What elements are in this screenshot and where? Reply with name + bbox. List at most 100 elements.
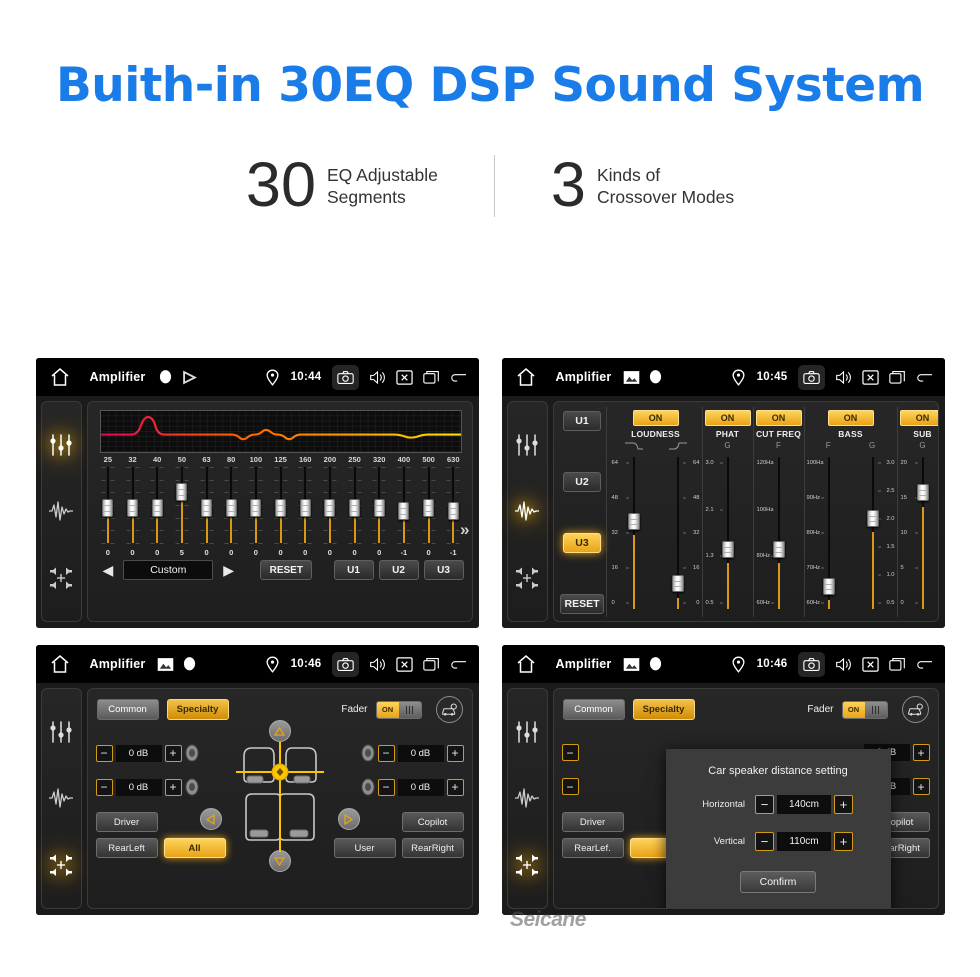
- crossover-preset-u1-button[interactable]: U1: [563, 411, 601, 431]
- volume-icon[interactable]: [369, 369, 386, 386]
- eq-band-160[interactable]: 0: [293, 465, 318, 557]
- confirm-button[interactable]: Confirm: [740, 871, 816, 893]
- tab-specialty[interactable]: Specialty: [166, 699, 229, 720]
- user-preset-u3-button[interactable]: U3: [423, 560, 464, 580]
- eq-band-200[interactable]: 0: [318, 465, 343, 557]
- position-user-button[interactable]: User: [333, 838, 396, 858]
- balance-icon[interactable]: [48, 852, 74, 878]
- eq-slider-knob[interactable]: [127, 498, 138, 517]
- preset-display[interactable]: Custom: [123, 560, 214, 580]
- car-seat-diagram[interactable]: [232, 740, 328, 856]
- crossover-slider[interactable]: 64 48 32 16 0: [612, 453, 656, 613]
- position-rearleft-button[interactable]: RearLeft: [95, 838, 158, 858]
- equalizer-icon[interactable]: [48, 719, 74, 745]
- recents-icon[interactable]: [888, 369, 906, 386]
- back-icon[interactable]: [916, 369, 933, 386]
- nav-left-button[interactable]: [199, 808, 222, 830]
- front-right-minus-button[interactable]: −: [377, 744, 395, 762]
- camera-button[interactable]: [797, 651, 825, 677]
- front-left-minus-button[interactable]: −: [561, 744, 579, 761]
- crossover-on-button[interactable]: ON: [827, 410, 874, 426]
- rear-right-plus-button[interactable]: +: [912, 778, 930, 795]
- fader-toggle[interactable]: ON: [375, 700, 422, 719]
- close-icon[interactable]: [861, 656, 879, 673]
- crossover-slider-knob[interactable]: [772, 540, 785, 558]
- camera-button[interactable]: [331, 364, 359, 390]
- crossover-slider-knob[interactable]: [866, 509, 879, 527]
- crossover-preset-u3-button[interactable]: U3: [563, 533, 601, 553]
- home-icon[interactable]: [514, 652, 538, 676]
- crossover-on-button[interactable]: ON: [899, 410, 938, 426]
- volume-icon[interactable]: [369, 656, 386, 673]
- crossover-on-button[interactable]: ON: [632, 410, 679, 426]
- back-icon[interactable]: [450, 369, 467, 386]
- crossover-preset-u2-button[interactable]: U2: [563, 472, 601, 492]
- equalizer-icon[interactable]: [48, 432, 74, 458]
- position-all-button[interactable]: All: [163, 838, 226, 858]
- eq-band-400[interactable]: -1: [392, 465, 417, 557]
- crossover-slider[interactable]: 64 48 32 16 0: [656, 453, 700, 613]
- crossover-slider-knob[interactable]: [822, 577, 835, 595]
- crossover-slider[interactable]: 3.0 2.5 2.0 1.5 1.0 0.5: [851, 453, 895, 613]
- horizontal-minus-button[interactable]: −: [755, 795, 774, 814]
- eq-band-32[interactable]: 0: [120, 465, 145, 557]
- eq-more-icon[interactable]: »: [460, 520, 469, 540]
- front-left-plus-button[interactable]: +: [164, 744, 182, 762]
- eq-slider-knob[interactable]: [398, 502, 410, 521]
- crossover-slider[interactable]: 100Hz 90Hz 80Hz 70Hz 60Hz: [807, 453, 851, 613]
- balance-icon[interactable]: [514, 852, 540, 878]
- crossover-on-button[interactable]: ON: [704, 410, 751, 426]
- front-right-plus-button[interactable]: +: [446, 744, 464, 762]
- eq-slider-knob[interactable]: [201, 498, 213, 517]
- crossover-slider[interactable]: 120Hz 100Hz 80Hz 60Hz: [757, 453, 801, 613]
- eq-slider-knob[interactable]: [275, 498, 287, 517]
- crossover-slider[interactable]: 3.0 2.1 1.3 0.5: [706, 453, 750, 613]
- eq-slider-knob[interactable]: [151, 498, 163, 517]
- vertical-plus-button[interactable]: +: [834, 832, 853, 851]
- eq-band-500[interactable]: 0: [416, 465, 441, 557]
- camera-button[interactable]: [331, 651, 359, 677]
- close-icon[interactable]: [395, 369, 413, 386]
- home-icon[interactable]: [48, 365, 72, 389]
- eq-slider-knob[interactable]: [250, 498, 262, 517]
- volume-icon[interactable]: [835, 369, 852, 386]
- close-icon[interactable]: [395, 656, 413, 673]
- back-icon[interactable]: [916, 656, 933, 673]
- preset-prev-button[interactable]: ◀: [98, 562, 119, 579]
- eq-band-320[interactable]: 0: [367, 465, 392, 557]
- eq-band-25[interactable]: 0: [96, 465, 121, 557]
- front-left-minus-button[interactable]: −: [95, 744, 113, 762]
- eq-slider-knob[interactable]: [447, 502, 459, 521]
- crossover-on-button[interactable]: ON: [755, 410, 802, 426]
- eq-slider-knob[interactable]: [373, 498, 385, 517]
- eq-band-630[interactable]: -1: [441, 465, 466, 557]
- eq-band-80[interactable]: 0: [219, 465, 244, 557]
- tab-common[interactable]: Common: [96, 699, 159, 720]
- recents-icon[interactable]: [888, 656, 906, 673]
- crossover-slider-knob[interactable]: [916, 484, 929, 502]
- volume-icon[interactable]: [835, 656, 852, 673]
- eq-slider-knob[interactable]: [102, 498, 114, 517]
- eq-slider-knob[interactable]: [349, 498, 361, 517]
- home-icon[interactable]: [514, 365, 538, 389]
- home-icon[interactable]: [48, 652, 72, 676]
- position-rearright-button[interactable]: RearRight: [401, 838, 464, 858]
- crossover-reset-button[interactable]: RESET: [560, 594, 604, 614]
- eq-band-100[interactable]: 0: [244, 465, 269, 557]
- eq-slider-knob[interactable]: [299, 498, 311, 517]
- crossover-slider[interactable]: 20 15 10 5 0: [901, 453, 938, 613]
- user-preset-u2-button[interactable]: U2: [378, 560, 419, 580]
- close-icon[interactable]: [861, 369, 879, 386]
- user-preset-u1-button[interactable]: U1: [333, 560, 374, 580]
- crossover-slider-knob[interactable]: [721, 540, 734, 558]
- rear-right-minus-button[interactable]: −: [377, 778, 395, 796]
- eq-slider-knob[interactable]: [176, 483, 188, 502]
- nav-up-button[interactable]: [268, 720, 291, 742]
- rear-left-plus-button[interactable]: +: [164, 778, 182, 796]
- car-settings-button[interactable]: [435, 696, 463, 723]
- waveform-icon[interactable]: [48, 498, 74, 524]
- fader-toggle[interactable]: ON: [841, 700, 888, 719]
- waveform-icon[interactable]: [514, 785, 540, 811]
- equalizer-icon[interactable]: [514, 432, 540, 458]
- eq-band-40[interactable]: 0: [145, 465, 170, 557]
